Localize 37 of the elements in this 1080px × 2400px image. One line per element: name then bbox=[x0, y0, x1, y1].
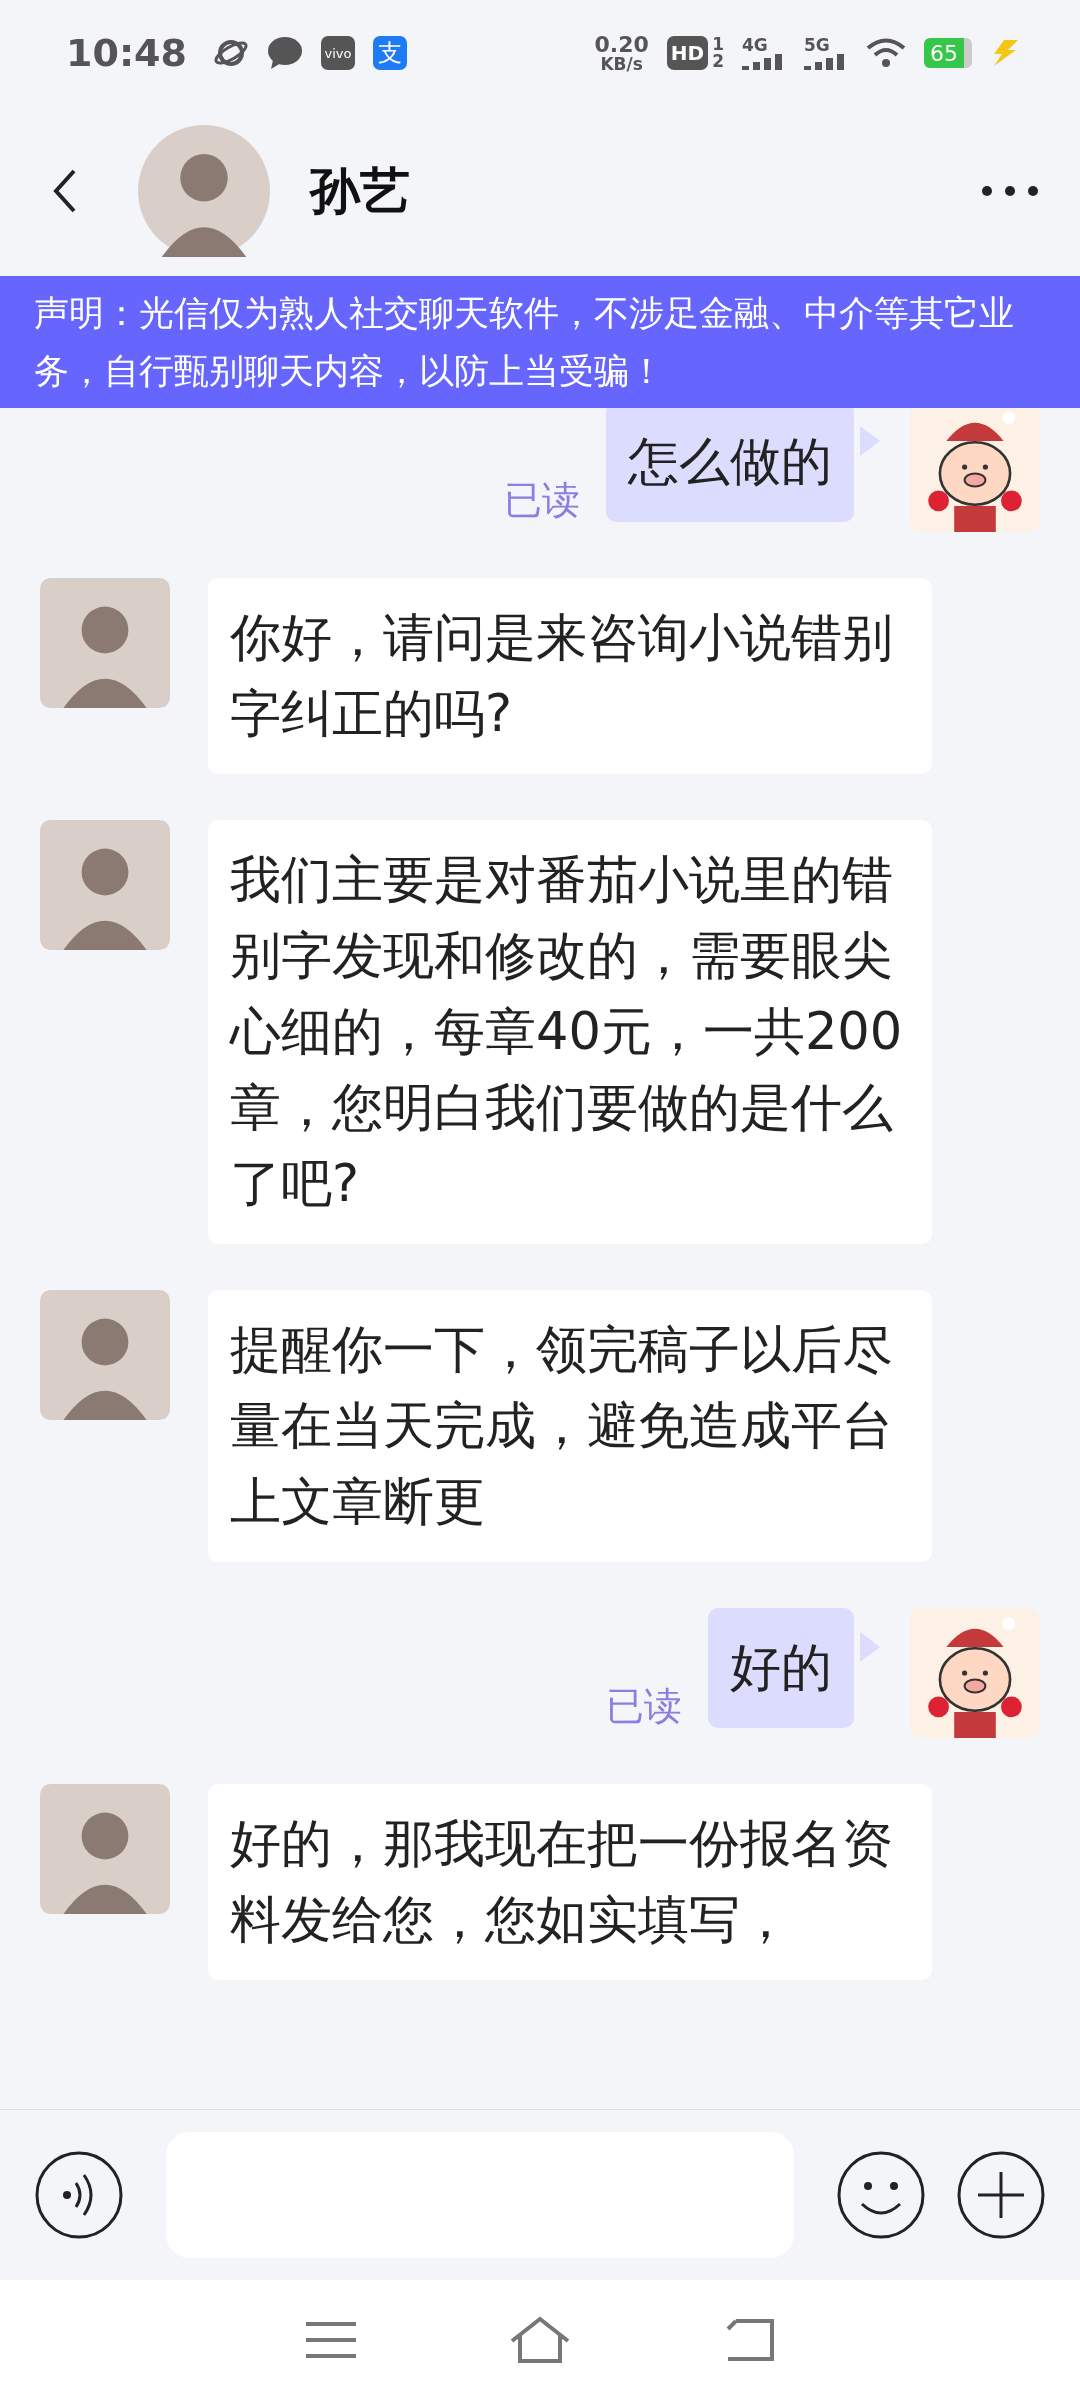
avatar[interactable] bbox=[40, 1784, 170, 1914]
voice-icon[interactable] bbox=[34, 2150, 124, 2240]
message-bubble: 我们主要是对番茄小说里的错别字发现和修改的，需要眼尖心细的，每章40元，一共200章，您明白我们要做的是什么了吧? bbox=[208, 820, 932, 1244]
network-type: 4G bbox=[742, 36, 769, 54]
message-bubble: 好的，那我现在把一份报名资料发给您，您如实填写， bbox=[208, 1784, 932, 1980]
hd-badge: HD bbox=[666, 36, 709, 70]
chat-title: 孙艺 bbox=[310, 160, 410, 222]
pay-badge: 支 bbox=[372, 36, 407, 70]
net-speed: 0.20 bbox=[594, 33, 649, 56]
plus-icon[interactable] bbox=[956, 2150, 1046, 2240]
battery-percent: 65 bbox=[924, 38, 972, 68]
network-type: 5G bbox=[804, 36, 831, 54]
sim-number: 1 bbox=[712, 36, 724, 53]
notice-banner: 声明：光信仅为熟人社交聊天软件，不涉足金融、中介等其它业务，自行甄别聊天内容，以防上当受骗！ bbox=[0, 276, 1080, 408]
message-bubble: 怎么做的 bbox=[606, 408, 854, 522]
message-bubble: 你好，请问是来咨询小说错别字纠正的吗? bbox=[208, 578, 932, 774]
message-bubble: 好的 bbox=[708, 1608, 854, 1728]
wifi-icon bbox=[866, 37, 906, 69]
avatar[interactable] bbox=[40, 1290, 170, 1420]
net-unit: KB/s bbox=[600, 55, 643, 73]
pig-avatar[interactable] bbox=[910, 1608, 1040, 1738]
bubble-tail bbox=[860, 1632, 880, 1662]
home-icon[interactable] bbox=[508, 2315, 572, 2365]
app-badge: vivo bbox=[320, 36, 355, 70]
message-bubble: 提醒你一下，领完稿子以后尽量在当天完成，避免造成平台上文章断更 bbox=[208, 1290, 932, 1562]
pig-avatar[interactable] bbox=[910, 408, 1040, 532]
avatar[interactable] bbox=[40, 578, 170, 708]
sim-number: 2 bbox=[712, 53, 724, 70]
read-status: 已读 bbox=[606, 1683, 682, 1730]
avatar[interactable] bbox=[40, 820, 170, 950]
menu-icon[interactable] bbox=[304, 2320, 358, 2360]
chat-bubble-icon bbox=[266, 36, 303, 70]
read-status: 已读 bbox=[504, 477, 580, 524]
status-time: 10:48 bbox=[66, 31, 187, 75]
bubble-tail bbox=[860, 426, 880, 456]
emoji-icon[interactable] bbox=[836, 2150, 926, 2240]
more-icon[interactable] bbox=[980, 184, 1040, 198]
